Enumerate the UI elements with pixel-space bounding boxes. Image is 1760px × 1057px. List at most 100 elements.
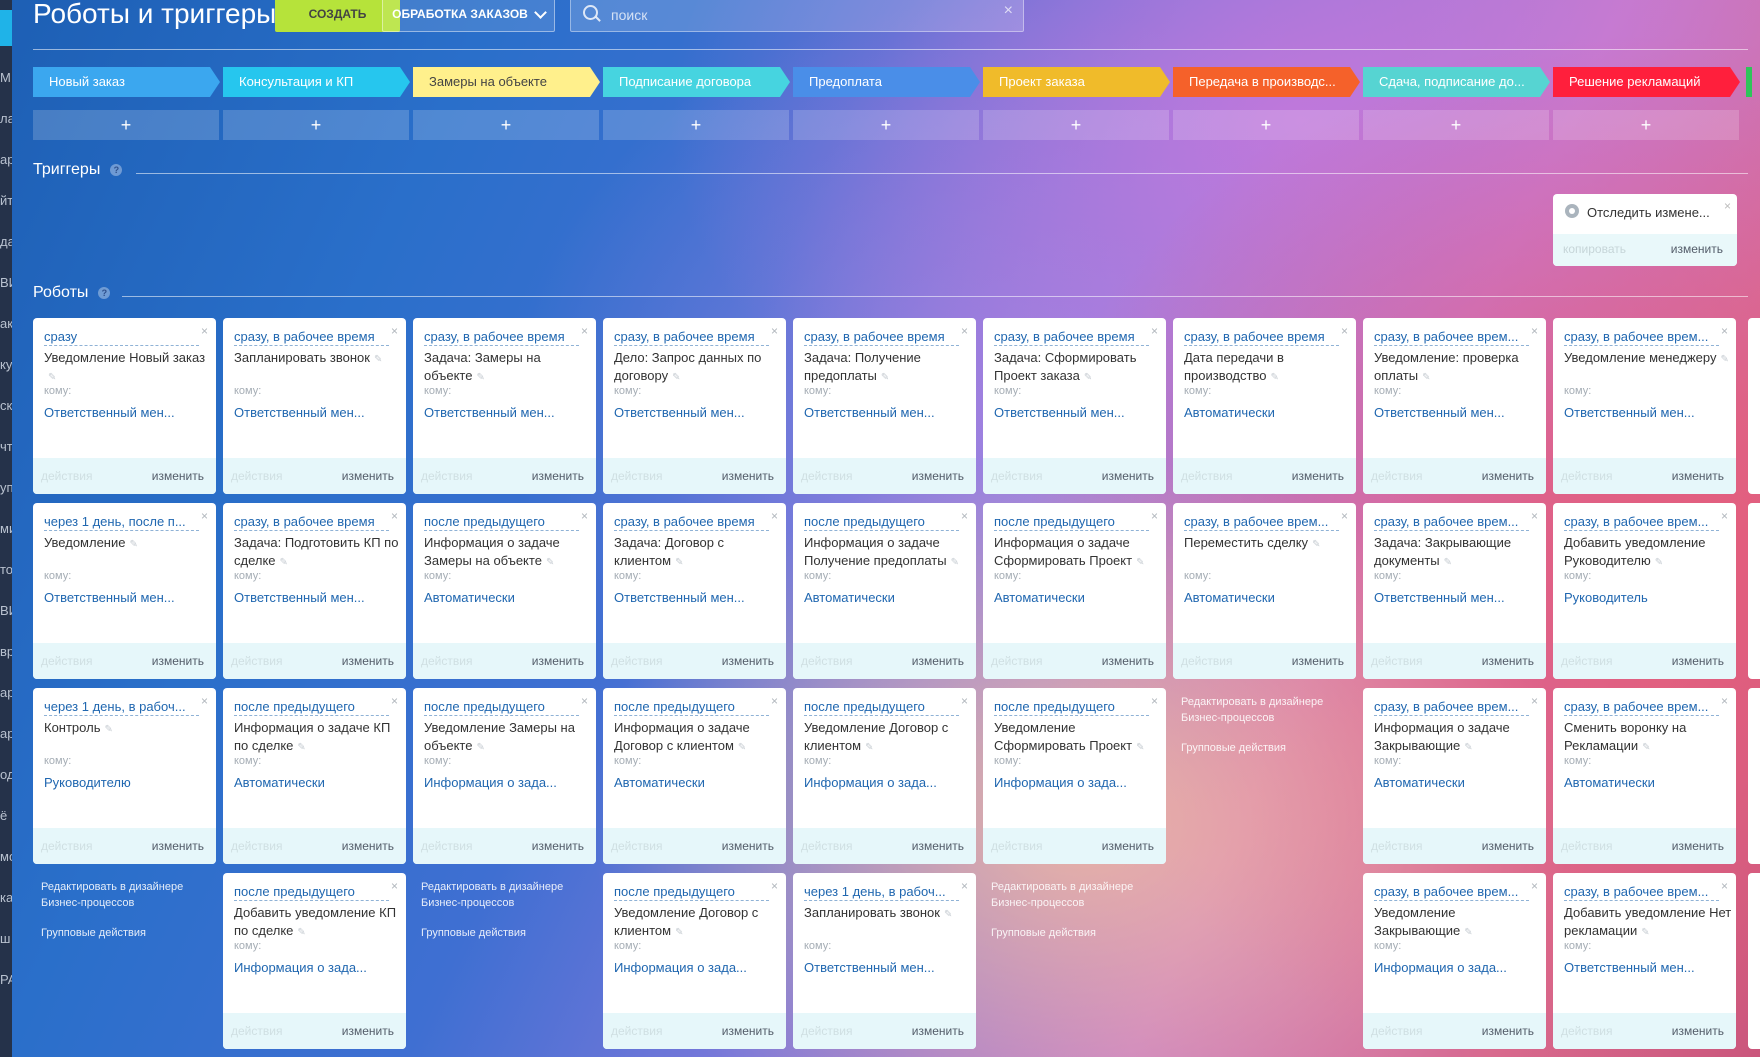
actions-link[interactable]: действия <box>611 1024 662 1038</box>
pencil-icon[interactable]: ✎ <box>1464 924 1472 940</box>
sidebar-active-tab[interactable] <box>0 10 12 46</box>
stage-header[interactable]: Подписание договора <box>603 67 790 97</box>
actions-link[interactable]: действия <box>991 654 1042 668</box>
close-icon[interactable]: × <box>1151 509 1158 523</box>
edit-link[interactable]: изменить <box>1482 839 1534 853</box>
robot-delay-link[interactable]: после предыдущего <box>804 513 959 531</box>
actions-link[interactable]: действия <box>41 839 92 853</box>
edit-in-designer-link[interactable]: Редактировать в дизайнере Бизнес-процесс… <box>41 881 183 909</box>
robot-card[interactable]: сразу, в рабочее врем... × Переместить сде… <box>1173 503 1356 679</box>
edit-link[interactable]: изменить <box>722 839 774 853</box>
edit-link[interactable]: изменить <box>342 469 394 483</box>
actions-link[interactable]: действия <box>231 1024 282 1038</box>
robot-card[interactable]: после предыдущего × Информация о задаче КП… <box>223 688 406 864</box>
recipient-link[interactable]: Ответственный мен... <box>234 405 396 420</box>
recipient-link[interactable]: Информация о зада... <box>1374 960 1536 975</box>
pencil-icon[interactable]: ✎ <box>1655 554 1663 570</box>
robot-delay-link[interactable]: сразу, в рабочее время <box>614 328 769 346</box>
recipient-link[interactable]: Руководитель <box>1564 590 1726 605</box>
robot-delay-link[interactable]: после предыдущего <box>234 883 389 901</box>
sidebar-item-label[interactable]: ка <box>0 890 12 905</box>
sidebar-item-label[interactable]: уп <box>0 480 12 495</box>
edit-link[interactable]: изменить <box>912 654 964 668</box>
sidebar-item-label[interactable]: ВИ <box>0 603 12 618</box>
edit-link[interactable]: изменить <box>532 469 584 483</box>
sidebar-item-label[interactable]: ВИ <box>0 275 12 290</box>
recipient-link[interactable]: Ответственный мен... <box>234 590 396 605</box>
edit-link[interactable]: изменить <box>1102 469 1154 483</box>
add-robot-button[interactable]: + <box>983 110 1169 140</box>
robot-card[interactable]: сразу, в рабочее врем... × Уведомление мен… <box>1553 318 1736 494</box>
recipient-link[interactable]: Информация о зада... <box>424 775 586 790</box>
close-icon[interactable]: × <box>771 694 778 708</box>
edit-link[interactable]: изменить <box>532 839 584 853</box>
actions-link[interactable]: действия <box>801 654 852 668</box>
recipient-link[interactable]: Автоматически <box>1374 775 1536 790</box>
robot-delay-link[interactable]: сразу, в рабочее время <box>234 328 389 346</box>
edit-link[interactable]: изменить <box>1292 469 1344 483</box>
pencil-icon[interactable]: ✎ <box>280 554 288 570</box>
actions-link[interactable]: действия <box>801 1024 852 1038</box>
pencil-icon[interactable]: ✎ <box>1464 739 1472 755</box>
robot-delay-link[interactable]: через 1 день, в рабоч... <box>44 698 199 716</box>
add-robot-button[interactable]: + <box>33 110 219 140</box>
add-robot-button[interactable]: + <box>1553 110 1739 140</box>
pencil-icon[interactable]: ✎ <box>672 369 680 385</box>
robot-card[interactable]: после предыдущего × Уведомление Договор с … <box>603 873 786 1049</box>
edit-link[interactable]: изменить <box>1482 1024 1534 1038</box>
actions-link[interactable]: действия <box>611 654 662 668</box>
robot-delay-link[interactable]: сразу, в рабочее время <box>994 328 1149 346</box>
recipient-link[interactable]: Ответственный мен... <box>804 960 966 975</box>
search-box[interactable]: × <box>570 0 1024 32</box>
close-icon[interactable]: × <box>1151 694 1158 708</box>
add-robot-button[interactable]: + <box>603 110 789 140</box>
close-icon[interactable]: × <box>1531 694 1538 708</box>
recipient-link[interactable]: Ответственный мен... <box>44 405 206 420</box>
stage-header[interactable]: Предоплата <box>793 67 980 97</box>
close-icon[interactable]: × <box>391 694 398 708</box>
robot-delay-link[interactable]: через 1 день, после п... <box>44 513 199 531</box>
pencil-icon[interactable]: ✎ <box>374 351 382 369</box>
recipient-link[interactable]: Информация о зада... <box>804 775 966 790</box>
robot-card[interactable]: после предыдущего × Информация о задаче По… <box>793 503 976 679</box>
actions-link[interactable]: действия <box>611 469 662 483</box>
close-icon[interactable]: × <box>1151 324 1158 338</box>
robot-delay-link[interactable]: сразу, в рабочее врем... <box>1374 328 1529 346</box>
robot-delay-link[interactable]: сразу <box>44 328 199 346</box>
robot-delay-link[interactable]: после предыдущего <box>994 698 1149 716</box>
close-icon[interactable]: × <box>771 324 778 338</box>
edit-link[interactable]: изменить <box>722 654 774 668</box>
search-input[interactable] <box>609 3 993 27</box>
actions-link[interactable]: действия <box>231 839 282 853</box>
robot-delay-link[interactable]: сразу, в рабочее время <box>614 513 769 531</box>
robot-card[interactable]: сразу, в рабочее время × Дата передачи в п… <box>1173 318 1356 494</box>
edit-link[interactable]: изменить <box>532 654 584 668</box>
pencil-icon[interactable]: ✎ <box>297 739 305 755</box>
robot-delay-link[interactable]: сразу, в рабочее время <box>804 328 959 346</box>
edit-link[interactable]: изменить <box>1672 654 1724 668</box>
robot-delay-link[interactable]: после предыдущего <box>234 698 389 716</box>
robot-card[interactable]: через 1 день, после п... × Уведомление ✎ ком… <box>33 503 216 679</box>
actions-link[interactable]: действия <box>1561 469 1612 483</box>
sidebar-item-label[interactable]: М <box>0 70 12 85</box>
pencil-icon[interactable]: ✎ <box>1084 369 1092 385</box>
clear-search-icon[interactable]: × <box>1004 2 1013 20</box>
sidebar-item-label[interactable]: вр <box>0 644 12 659</box>
robot-delay-link[interactable]: сразу, в рабочее врем... <box>1374 883 1529 901</box>
edit-link[interactable]: изменить <box>722 1024 774 1038</box>
trigger-card[interactable]: Отследить измене... × копировать изменит… <box>1553 194 1737 266</box>
robot-card[interactable]: сразу, в рабочее время × Дело: Запрос данн… <box>603 318 786 494</box>
recipient-link[interactable]: Ответственный мен... <box>1374 405 1536 420</box>
actions-link[interactable]: действия <box>1371 654 1422 668</box>
robot-card[interactable]: после предыдущего × Добавить уведомление К… <box>223 873 406 1049</box>
actions-link[interactable]: действия <box>801 839 852 853</box>
close-icon[interactable]: × <box>201 324 208 338</box>
recipient-link[interactable]: Ответственный мен... <box>804 405 966 420</box>
edit-link[interactable]: изменить <box>1672 1024 1724 1038</box>
actions-link[interactable]: действия <box>801 469 852 483</box>
recipient-link[interactable]: Автоматически <box>1564 775 1726 790</box>
close-icon[interactable]: × <box>581 694 588 708</box>
pencil-icon[interactable]: ✎ <box>1312 536 1320 554</box>
actions-link[interactable]: действия <box>991 469 1042 483</box>
robot-delay-link[interactable]: сразу, в рабочее врем... <box>1374 698 1529 716</box>
